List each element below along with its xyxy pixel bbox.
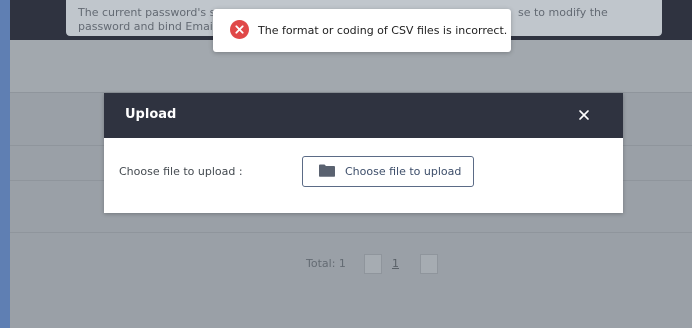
banner-text-line1: The current password's se xyxy=(78,6,223,19)
left-border xyxy=(0,0,10,328)
choose-file-label: Choose file to upload : xyxy=(119,165,243,178)
banner-text-tail: se to modify the xyxy=(518,6,608,19)
modal-header: Upload xyxy=(104,93,623,138)
choose-file-button-label: Choose file to upload xyxy=(345,165,462,178)
error-toast: The format or coding of CSV files is inc… xyxy=(213,9,511,52)
screen: The current password's se password and b… xyxy=(0,0,699,328)
error-icon xyxy=(230,20,249,39)
close-icon[interactable] xyxy=(572,103,596,127)
modal-title: Upload xyxy=(125,107,177,122)
modal-body: Choose file to upload : Choose file to u… xyxy=(104,138,623,213)
pagination-prev-button[interactable] xyxy=(364,254,382,274)
upload-modal: Upload Choose file to upload : Choose fi… xyxy=(104,93,623,213)
banner-text-line2: password and bind Email xyxy=(78,20,216,33)
folder-icon xyxy=(319,164,335,180)
pagination-total: Total: 1 xyxy=(306,257,346,270)
right-border xyxy=(692,0,699,328)
table-row-divider xyxy=(10,232,692,233)
error-toast-message: The format or coding of CSV files is inc… xyxy=(258,24,508,37)
pagination-next-button[interactable] xyxy=(420,254,438,274)
pagination-page-1[interactable]: 1 xyxy=(392,257,399,270)
choose-file-button[interactable]: Choose file to upload xyxy=(302,156,474,187)
